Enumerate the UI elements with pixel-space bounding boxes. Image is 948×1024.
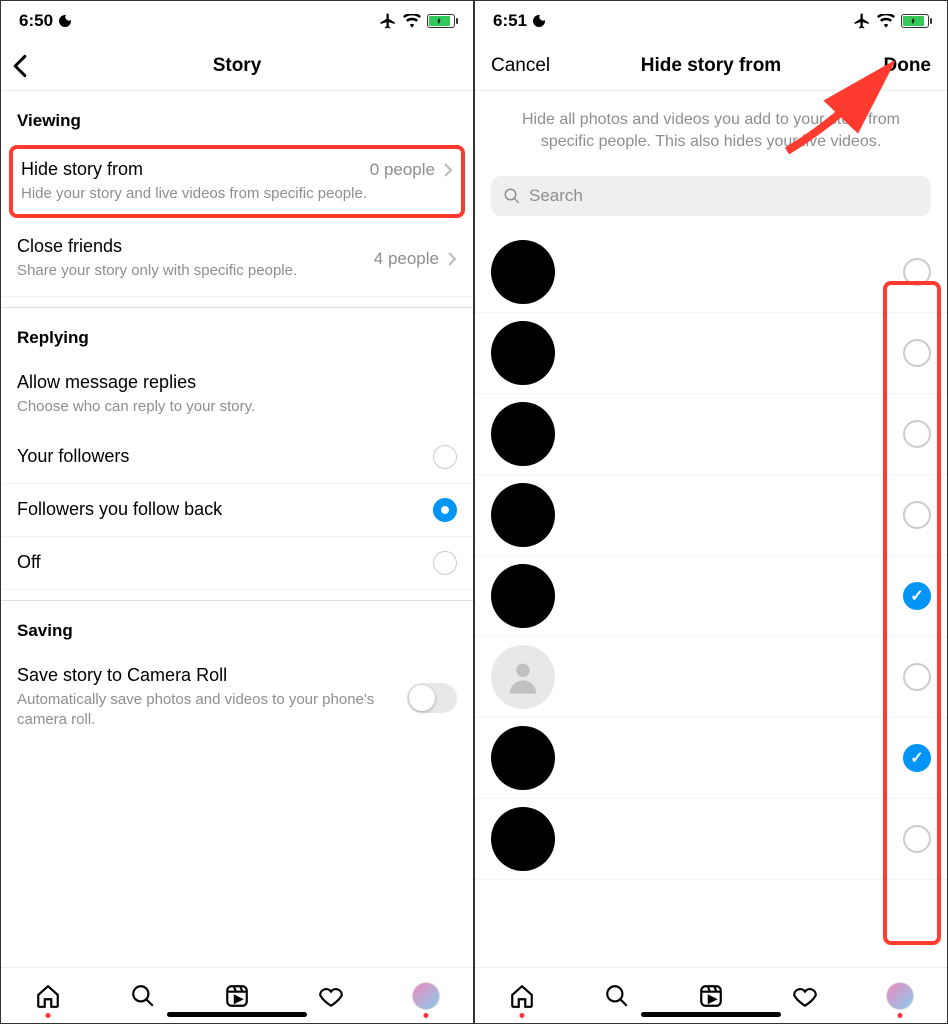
tab-activity[interactable] bbox=[791, 982, 819, 1010]
user-list bbox=[475, 232, 947, 880]
checkbox-unchecked[interactable] bbox=[903, 420, 931, 448]
option-followers[interactable]: Your followers bbox=[1, 431, 473, 484]
avatar bbox=[491, 807, 555, 871]
checkbox-unchecked[interactable] bbox=[903, 825, 931, 853]
section-saving: Saving bbox=[1, 601, 473, 651]
settings-content: Viewing Hide story from 0 people Hide yo… bbox=[1, 91, 473, 967]
home-indicator bbox=[641, 1012, 781, 1017]
status-bar: 6:51 bbox=[475, 1, 947, 41]
phone-right: 6:51 Cancel Hide story from Done Hide al… bbox=[474, 0, 948, 1024]
radio-icon[interactable] bbox=[433, 551, 457, 575]
checkbox-unchecked[interactable] bbox=[903, 339, 931, 367]
checkbox-checked[interactable] bbox=[903, 744, 931, 772]
tab-reels[interactable] bbox=[697, 982, 725, 1010]
search-input[interactable]: Search bbox=[491, 176, 931, 216]
user-row[interactable] bbox=[475, 718, 947, 799]
tab-profile[interactable] bbox=[886, 982, 914, 1010]
avatar bbox=[491, 483, 555, 547]
close-friends-row[interactable]: Close friends Share your story only with… bbox=[1, 222, 473, 296]
close-friends-title: Close friends bbox=[17, 236, 374, 257]
tab-home[interactable] bbox=[34, 982, 62, 1010]
tab-search[interactable] bbox=[603, 982, 631, 1010]
phone-left: 6:50 Story Viewing Hide story from 0 peo… bbox=[0, 0, 474, 1024]
dnd-icon bbox=[531, 13, 547, 29]
allow-replies-row: Allow message replies Choose who can rep… bbox=[1, 358, 473, 431]
home-indicator bbox=[167, 1012, 307, 1017]
wifi-icon bbox=[877, 14, 895, 28]
section-viewing: Viewing bbox=[1, 91, 473, 141]
status-time: 6:51 bbox=[493, 11, 527, 31]
section-replying: Replying bbox=[1, 308, 473, 358]
airplane-icon bbox=[379, 12, 397, 30]
dnd-icon bbox=[57, 13, 73, 29]
tab-bar bbox=[475, 967, 947, 1023]
close-friends-sub: Share your story only with specific peop… bbox=[17, 261, 374, 281]
user-row[interactable] bbox=[475, 394, 947, 475]
user-row[interactable] bbox=[475, 475, 947, 556]
nav-header: Cancel Hide story from Done bbox=[475, 41, 947, 91]
avatar bbox=[491, 321, 555, 385]
radio-selected-icon[interactable] bbox=[433, 498, 457, 522]
checkbox-unchecked[interactable] bbox=[903, 258, 931, 286]
checkbox-unchecked[interactable] bbox=[903, 501, 931, 529]
hide-story-value: 0 people bbox=[370, 160, 435, 180]
user-row[interactable] bbox=[475, 556, 947, 637]
option-label: Your followers bbox=[17, 446, 129, 467]
status-bar: 6:50 bbox=[1, 1, 473, 41]
tab-reels[interactable] bbox=[223, 982, 251, 1010]
highlight-hide-story: Hide story from 0 people Hide your story… bbox=[9, 145, 465, 218]
tab-profile[interactable] bbox=[412, 982, 440, 1010]
done-button[interactable]: Done bbox=[884, 55, 932, 77]
description-text: Hide all photos and videos you add to yo… bbox=[475, 91, 947, 172]
option-follow-back[interactable]: Followers you follow back bbox=[1, 484, 473, 537]
user-row[interactable] bbox=[475, 637, 947, 718]
chevron-right-icon bbox=[447, 251, 457, 267]
page-title: Story bbox=[213, 55, 262, 77]
avatar bbox=[491, 240, 555, 304]
allow-replies-title: Allow message replies bbox=[17, 372, 457, 393]
option-label: Followers you follow back bbox=[17, 499, 222, 520]
close-friends-value: 4 people bbox=[374, 249, 439, 269]
chevron-right-icon bbox=[443, 162, 453, 178]
search-icon bbox=[503, 187, 521, 205]
tab-search[interactable] bbox=[129, 982, 157, 1010]
avatar bbox=[491, 645, 555, 709]
wifi-icon bbox=[403, 14, 421, 28]
tab-bar bbox=[1, 967, 473, 1023]
status-time: 6:50 bbox=[19, 11, 53, 31]
search-placeholder: Search bbox=[529, 186, 583, 206]
toggle-off[interactable] bbox=[407, 683, 457, 713]
checkbox-unchecked[interactable] bbox=[903, 663, 931, 691]
avatar bbox=[491, 402, 555, 466]
tab-activity[interactable] bbox=[317, 982, 345, 1010]
option-off[interactable]: Off bbox=[1, 537, 473, 590]
page-title: Hide story from bbox=[641, 55, 781, 77]
user-row[interactable] bbox=[475, 313, 947, 394]
nav-header: Story bbox=[1, 41, 473, 91]
battery-icon bbox=[427, 14, 455, 28]
tab-home[interactable] bbox=[508, 982, 536, 1010]
hide-story-sub: Hide your story and live videos from spe… bbox=[21, 184, 453, 204]
hide-story-content: Hide all photos and videos you add to yo… bbox=[475, 91, 947, 967]
cancel-button[interactable]: Cancel bbox=[491, 55, 550, 77]
avatar bbox=[491, 564, 555, 628]
back-button[interactable] bbox=[11, 54, 29, 78]
save-title: Save story to Camera Roll bbox=[17, 665, 407, 686]
hide-story-title[interactable]: Hide story from bbox=[21, 159, 143, 180]
allow-replies-sub: Choose who can reply to your story. bbox=[17, 397, 457, 417]
save-sub: Automatically save photos and videos to … bbox=[17, 690, 407, 731]
user-row[interactable] bbox=[475, 232, 947, 313]
airplane-icon bbox=[853, 12, 871, 30]
checkbox-checked[interactable] bbox=[903, 582, 931, 610]
user-row[interactable] bbox=[475, 799, 947, 880]
option-label: Off bbox=[17, 552, 41, 573]
save-camera-roll-row[interactable]: Save story to Camera Roll Automatically … bbox=[1, 651, 473, 745]
avatar bbox=[491, 726, 555, 790]
radio-icon[interactable] bbox=[433, 445, 457, 469]
battery-icon bbox=[901, 14, 929, 28]
